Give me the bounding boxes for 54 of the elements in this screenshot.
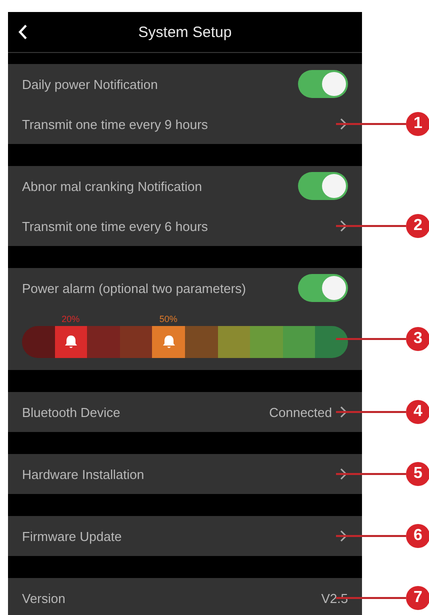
chevron-icon	[340, 468, 348, 480]
leader-line	[336, 473, 406, 475]
chevron-icon	[340, 530, 348, 542]
screen-title: System Setup	[138, 24, 232, 40]
bar-segment	[22, 326, 55, 358]
chevron-icon	[340, 406, 348, 418]
toggle-switch[interactable]	[298, 274, 348, 302]
setting-label: Bluetooth Device	[22, 404, 122, 420]
leader-line	[336, 535, 406, 537]
callout-number: 1	[406, 112, 429, 136]
toggle-switch[interactable]	[298, 172, 348, 200]
callout-number: 2	[406, 214, 429, 238]
leader-line	[336, 338, 406, 340]
callout-number: 4	[406, 400, 429, 424]
bar-segment	[218, 326, 250, 358]
bar-segment	[282, 326, 316, 358]
setting-label: Abnor mal cranking Notification	[22, 178, 203, 194]
leader-line	[336, 225, 406, 227]
setting-label: Transmit one time every 6 hours	[22, 218, 209, 234]
callout-number: 7	[406, 586, 429, 610]
bell-icon	[160, 334, 177, 350]
alarm-marker[interactable]	[54, 326, 88, 358]
chevron-icon	[340, 118, 348, 130]
settings-row[interactable]: Hardware Installation	[8, 454, 362, 494]
bar-segment	[184, 326, 218, 358]
setting-label: Power alarm (optional two parameters)	[22, 280, 247, 296]
chevron-icon	[340, 220, 348, 232]
setting-label: Firmware Update	[22, 528, 123, 544]
bell-icon	[62, 334, 79, 350]
settings-row[interactable]: Transmit one time every 6 hours	[8, 206, 362, 246]
bar-segment	[120, 326, 152, 358]
back-icon[interactable]	[18, 24, 28, 40]
settings-row[interactable]: Transmit one time every 9 hours	[8, 104, 362, 144]
settings-row[interactable]: Firmware Update	[8, 516, 362, 556]
bar-segment	[315, 326, 348, 358]
bar-segment	[250, 326, 283, 358]
setting-label: Hardware Installation	[22, 466, 146, 482]
setting-label: Daily power Notification	[22, 76, 159, 92]
setting-label: Version	[22, 590, 66, 606]
leader-line	[336, 597, 406, 599]
threshold-label: 50%	[158, 314, 178, 324]
alarm-marker[interactable]	[152, 326, 185, 358]
callout-number: 3	[406, 327, 429, 351]
bar-segment	[87, 326, 120, 358]
toggle-switch[interactable]	[298, 70, 348, 98]
threshold-label: 20%	[60, 314, 81, 324]
battery-level-bar[interactable]	[22, 326, 348, 358]
leader-line	[336, 123, 406, 125]
callout-number: 6	[406, 524, 429, 548]
setting-value: Connected	[269, 404, 332, 420]
leader-line	[336, 411, 406, 413]
setting-label: Transmit one time every 9 hours	[22, 116, 209, 132]
callout-number: 5	[406, 462, 429, 486]
settings-row[interactable]: Bluetooth Device Connected	[8, 392, 362, 432]
